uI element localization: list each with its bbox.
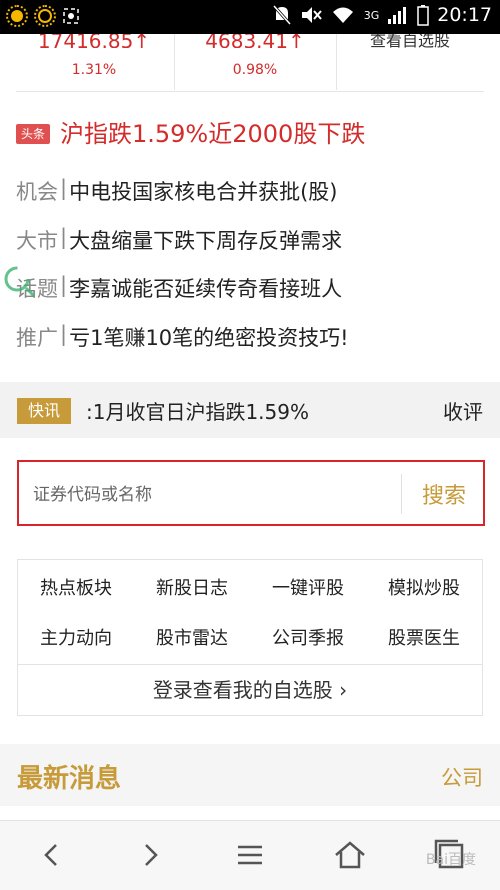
news-title: 中电投国家核电合并获批(股): [69, 180, 338, 204]
section-tab-company[interactable]: 公司: [441, 762, 483, 792]
signal-icon: [388, 7, 407, 24]
tool-quarterly-reports[interactable]: 公司季报: [250, 624, 366, 650]
news-item[interactable]: 大市 | 大盘缩量下跌下周存反弹需求: [16, 225, 342, 255]
flash-news-bar[interactable]: 快讯 :1月收官日沪指跌1.59% 收评: [0, 382, 500, 438]
tool-hot-sectors[interactable]: 热点板块: [18, 574, 134, 600]
loading-spinner-icon: [4, 266, 36, 298]
tool-main-flow[interactable]: 主力动向: [18, 624, 134, 650]
back-icon[interactable]: [30, 835, 74, 875]
forward-icon[interactable]: [128, 835, 172, 875]
search-button[interactable]: 搜索: [414, 477, 474, 511]
tool-sim-trading[interactable]: 模拟炒股: [366, 574, 482, 600]
tool-ipo-log[interactable]: 新股日志: [134, 574, 250, 600]
menu-icon[interactable]: [228, 835, 272, 875]
clock: 20:17: [437, 4, 492, 26]
flash-category: 收评: [443, 400, 483, 424]
index-value: 4683.41↑: [205, 34, 305, 48]
index-change: 0.98%: [232, 62, 278, 78]
headline-link[interactable]: 沪指跌1.59%近2000股下跌: [60, 114, 365, 149]
latest-news-header: 最新消息 公司: [0, 744, 500, 806]
search-box: 搜索: [17, 460, 485, 526]
news-title: 大盘缩量下跌下周存反弹需求: [69, 229, 343, 253]
news-item[interactable]: 话题 | 李嘉诚能否延续传奇看接班人: [16, 273, 342, 303]
wifi-icon: [332, 7, 353, 23]
home-icon[interactable]: [328, 835, 372, 875]
status-bar: 3G 20:17: [0, 0, 500, 34]
tool-quick-rating[interactable]: 一键评股: [250, 574, 366, 600]
divider: [16, 91, 484, 92]
index-change: 1.31%: [71, 62, 117, 78]
news-title: 李嘉诚能否延续传奇看接班人: [69, 277, 343, 301]
news-item[interactable]: 机会 | 中电投国家核电合并获批(股): [16, 176, 337, 206]
screenshot-icon: [63, 8, 79, 24]
login-watchlist-link[interactable]: 登录查看我的自选股 ›: [18, 674, 482, 703]
browser-bottom-nav: Bai百度: [0, 820, 500, 890]
brightness-auto-icon: [34, 5, 56, 27]
index-card[interactable]: 4683.41↑ 0.98%: [176, 34, 334, 90]
section-title: 最新消息: [17, 764, 122, 794]
index-summary: 17416.85↑ 1.31% 4683.41↑ 0.98% 查看自选股: [0, 34, 500, 92]
news-category: 机会: [16, 180, 58, 204]
news-category: 大市: [16, 229, 58, 253]
flash-text: :1月收官日沪指跌1.59%: [86, 400, 309, 424]
view-watchlist-link[interactable]: 查看自选股: [345, 34, 475, 48]
watermark-logo: Bai百度: [425, 852, 476, 868]
tool-stock-doctor[interactable]: 股票医生: [366, 624, 482, 650]
search-input[interactable]: [31, 480, 395, 510]
news-item[interactable]: 推广 | 亏1笔赚10笔的绝密投资技巧!: [16, 322, 349, 352]
volume-off-icon: [301, 7, 322, 23]
flash-tag: 快讯: [17, 398, 71, 424]
network-type: 3G: [363, 8, 380, 22]
index-card[interactable]: 17416.85↑ 1.31%: [16, 34, 172, 90]
brightness-icon: [6, 5, 28, 27]
tool-market-radar[interactable]: 股市雷达: [134, 624, 250, 650]
mute-icon: [272, 5, 291, 25]
news-title: 亏1笔赚10笔的绝密投资技巧!: [69, 326, 349, 350]
news-category: 推广: [16, 326, 58, 350]
headline-tag: 头条: [16, 124, 50, 144]
tools-panel: 热点板块 新股日志 一键评股 模拟炒股 主力动向 股市雷达 公司季报 股票医生 …: [17, 559, 483, 716]
index-value: 17416.85↑: [37, 34, 151, 48]
battery-icon: [417, 5, 429, 26]
